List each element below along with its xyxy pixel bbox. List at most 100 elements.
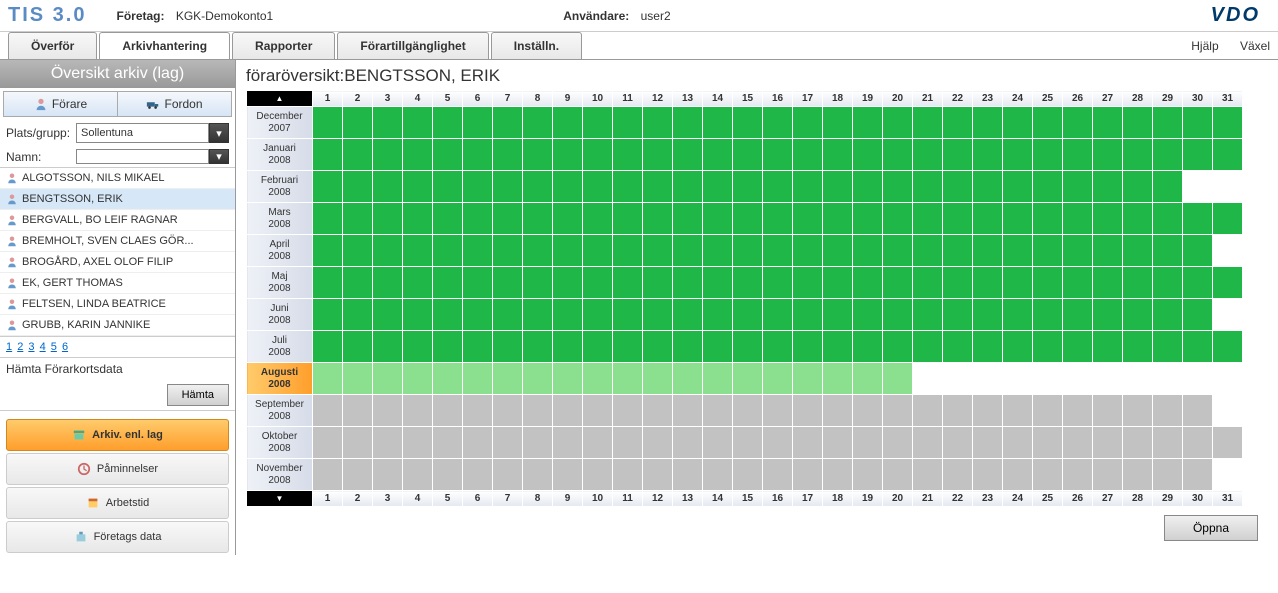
calendar-cell[interactable]: [1003, 459, 1033, 491]
calendar-cell[interactable]: [793, 107, 823, 139]
calendar-cell[interactable]: [403, 459, 433, 491]
calendar-cell[interactable]: [493, 107, 523, 139]
calendar-cell[interactable]: [493, 299, 523, 331]
calendar-cell[interactable]: [703, 363, 733, 395]
calendar-cell[interactable]: [1213, 363, 1243, 395]
calendar-cell[interactable]: [1153, 267, 1183, 299]
calendar-cell[interactable]: [433, 107, 463, 139]
calendar-cell[interactable]: [673, 203, 703, 235]
tab-arkivhantering[interactable]: Arkivhantering: [99, 32, 230, 59]
calendar-cell[interactable]: [373, 235, 403, 267]
calendar-cell[interactable]: [583, 139, 613, 171]
calendar-cell[interactable]: [1123, 395, 1153, 427]
driver-item[interactable]: ALGOTSSON, NILS MIKAEL: [0, 168, 235, 189]
calendar-cell[interactable]: [463, 203, 493, 235]
calendar-cell[interactable]: [1153, 171, 1183, 203]
calendar-cell[interactable]: [343, 235, 373, 267]
calendar-cell[interactable]: [943, 171, 973, 203]
calendar-cell[interactable]: [673, 459, 703, 491]
calendar-cell[interactable]: [703, 459, 733, 491]
calendar-cell[interactable]: [763, 107, 793, 139]
calendar-cell[interactable]: [853, 427, 883, 459]
calendar-cell[interactable]: [763, 331, 793, 363]
calendar-cell[interactable]: [313, 235, 343, 267]
calendar-cell[interactable]: [343, 107, 373, 139]
calendar-cell[interactable]: [883, 299, 913, 331]
tab-rapporter[interactable]: Rapporter: [232, 32, 335, 59]
calendar-cell[interactable]: [1063, 363, 1093, 395]
calendar-cell[interactable]: [1123, 235, 1153, 267]
calendar-cell[interactable]: [583, 203, 613, 235]
calendar-cell[interactable]: [643, 331, 673, 363]
calendar-cell[interactable]: [1033, 107, 1063, 139]
calendar-cell[interactable]: [433, 331, 463, 363]
calendar-cell[interactable]: [1033, 139, 1063, 171]
calendar-cell[interactable]: [973, 299, 1003, 331]
calendar-cell[interactable]: [673, 107, 703, 139]
calendar-cell[interactable]: [853, 395, 883, 427]
calendar-cell[interactable]: [1093, 427, 1123, 459]
calendar-cell[interactable]: [493, 459, 523, 491]
calendar-cell[interactable]: [613, 363, 643, 395]
calendar-cell[interactable]: [613, 139, 643, 171]
place-dropdown-arrow[interactable]: ▾: [209, 123, 229, 143]
calendar-cell[interactable]: [523, 171, 553, 203]
calendar-cell[interactable]: [313, 267, 343, 299]
calendar-cell[interactable]: [763, 395, 793, 427]
calendar-cell[interactable]: [643, 363, 673, 395]
calendar-cell[interactable]: [973, 267, 1003, 299]
calendar-cell[interactable]: [373, 459, 403, 491]
calendar-cell[interactable]: [553, 363, 583, 395]
calendar-cell[interactable]: [373, 299, 403, 331]
calendar-cell[interactable]: [433, 395, 463, 427]
calendar-cell[interactable]: [373, 107, 403, 139]
calendar-cell[interactable]: [583, 299, 613, 331]
month-header[interactable]: September2008: [247, 395, 313, 427]
calendar-cell[interactable]: [733, 363, 763, 395]
calendar-cell[interactable]: [373, 331, 403, 363]
calendar-cell[interactable]: [493, 203, 523, 235]
calendar-cell[interactable]: [343, 171, 373, 203]
calendar-cell[interactable]: [373, 267, 403, 299]
calendar-cell[interactable]: [1003, 331, 1033, 363]
calendar-cell[interactable]: [913, 459, 943, 491]
calendar-cell[interactable]: [433, 235, 463, 267]
calendar-cell[interactable]: [823, 331, 853, 363]
calendar-cell[interactable]: [1213, 459, 1243, 491]
calendar-cell[interactable]: [793, 171, 823, 203]
switch-link[interactable]: Växel: [1240, 39, 1270, 53]
tab-överför[interactable]: Överför: [8, 32, 97, 59]
calendar-cell[interactable]: [853, 363, 883, 395]
calendar-cell[interactable]: [823, 299, 853, 331]
calendar-cell[interactable]: [883, 363, 913, 395]
calendar-cell[interactable]: [523, 395, 553, 427]
calendar-cell[interactable]: [883, 459, 913, 491]
calendar-cell[interactable]: [913, 395, 943, 427]
calendar-cell[interactable]: [343, 331, 373, 363]
calendar-cell[interactable]: [1213, 395, 1243, 427]
calendar-cell[interactable]: [763, 459, 793, 491]
calendar-cell[interactable]: [493, 395, 523, 427]
calendar-cell[interactable]: [973, 363, 1003, 395]
side-nav-item[interactable]: Arbetstid: [6, 487, 229, 519]
calendar-cell[interactable]: [523, 363, 553, 395]
calendar-cell[interactable]: [1003, 267, 1033, 299]
calendar-cell[interactable]: [463, 171, 493, 203]
calendar-cell[interactable]: [613, 427, 643, 459]
calendar-cell[interactable]: [913, 427, 943, 459]
calendar-cell[interactable]: [1093, 459, 1123, 491]
calendar-cell[interactable]: [673, 395, 703, 427]
calendar-cell[interactable]: [763, 139, 793, 171]
calendar-cell[interactable]: [703, 267, 733, 299]
calendar-cell[interactable]: [853, 299, 883, 331]
calendar-cell[interactable]: [403, 139, 433, 171]
calendar-cell[interactable]: [1033, 395, 1063, 427]
month-header[interactable]: April2008: [247, 235, 313, 267]
calendar-cell[interactable]: [1153, 331, 1183, 363]
calendar-cell[interactable]: [613, 267, 643, 299]
calendar-cell[interactable]: [673, 331, 703, 363]
calendar-cell[interactable]: [943, 299, 973, 331]
calendar-cell[interactable]: [883, 331, 913, 363]
calendar-cell[interactable]: [1123, 427, 1153, 459]
place-dropdown[interactable]: Sollentuna: [76, 123, 209, 143]
